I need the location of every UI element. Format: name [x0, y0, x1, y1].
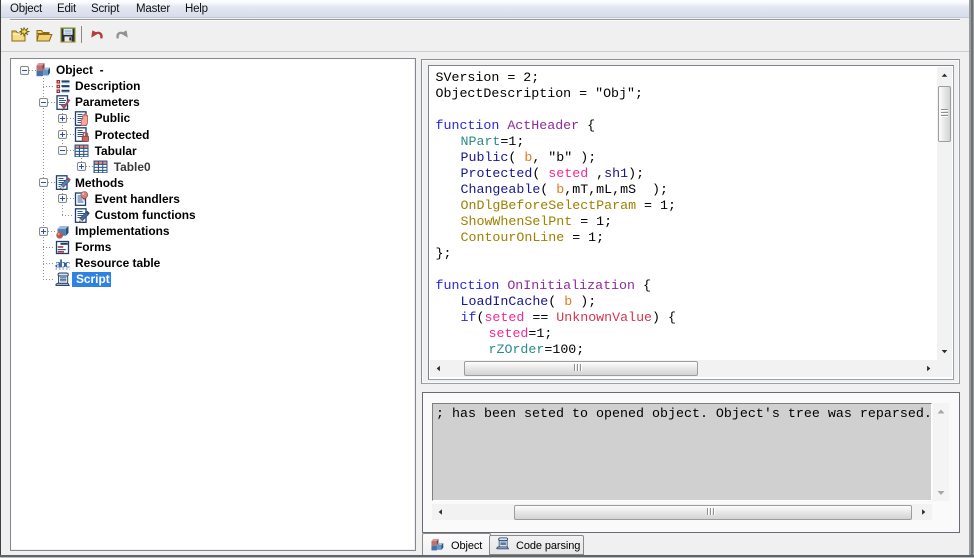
- svg-text:abc: abc: [55, 256, 71, 270]
